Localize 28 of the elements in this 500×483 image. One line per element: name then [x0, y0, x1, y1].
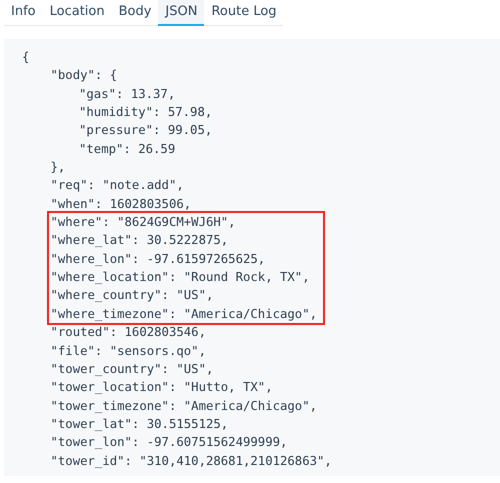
code-line: "pressure": 99.05,	[79, 123, 212, 138]
code-line: "body": {	[50, 68, 118, 82]
tab[interactable]: Location	[42, 0, 112, 26]
tab[interactable]: Route Log	[204, 0, 284, 26]
code-line: "when": 1602803506,	[50, 196, 192, 211]
code-line: },	[50, 160, 66, 174]
code-line: "file": "sensors.qo",	[50, 344, 206, 358]
code-line: "tower_location": "Hutto, TX",	[50, 380, 273, 394]
code-line: "req": "note.add",	[50, 178, 184, 192]
code-line: "where": "8624G9CM+WJ6H",	[50, 215, 236, 230]
code-line: "routed": 1602803546,	[50, 325, 206, 340]
code-line: "where_country": "US",	[50, 288, 214, 302]
code-line: "where_lon": -97.61597265625,	[50, 252, 266, 266]
code-line: "tower_timezone": "America/Chicago",	[50, 398, 318, 413]
code-line: "temp": 26.59	[79, 142, 176, 156]
code-line: {	[22, 50, 30, 64]
code-line: "where_lat": 30.5222875,	[50, 233, 228, 248]
tab[interactable]: Info	[4, 0, 43, 26]
code-line: "tower_id": "310,410,28681,210126863",	[50, 454, 332, 468]
tab[interactable]: JSON	[158, 0, 204, 26]
code-line: "tower_lat": 30.5155125,	[50, 416, 228, 431]
code-line: "where_timezone": "America/Chicago",	[50, 306, 318, 321]
tab[interactable]: Body	[112, 0, 158, 26]
code-line: "gas": 13.37,	[79, 86, 176, 101]
code-line: "tower_lon": -97.60751562499999,	[50, 435, 288, 450]
code-line: "where_location": "Round Rock, TX",	[50, 270, 310, 284]
code-line: "humidity": 57.98,	[79, 105, 212, 120]
code-line: "tower_country": "US",	[50, 362, 214, 376]
